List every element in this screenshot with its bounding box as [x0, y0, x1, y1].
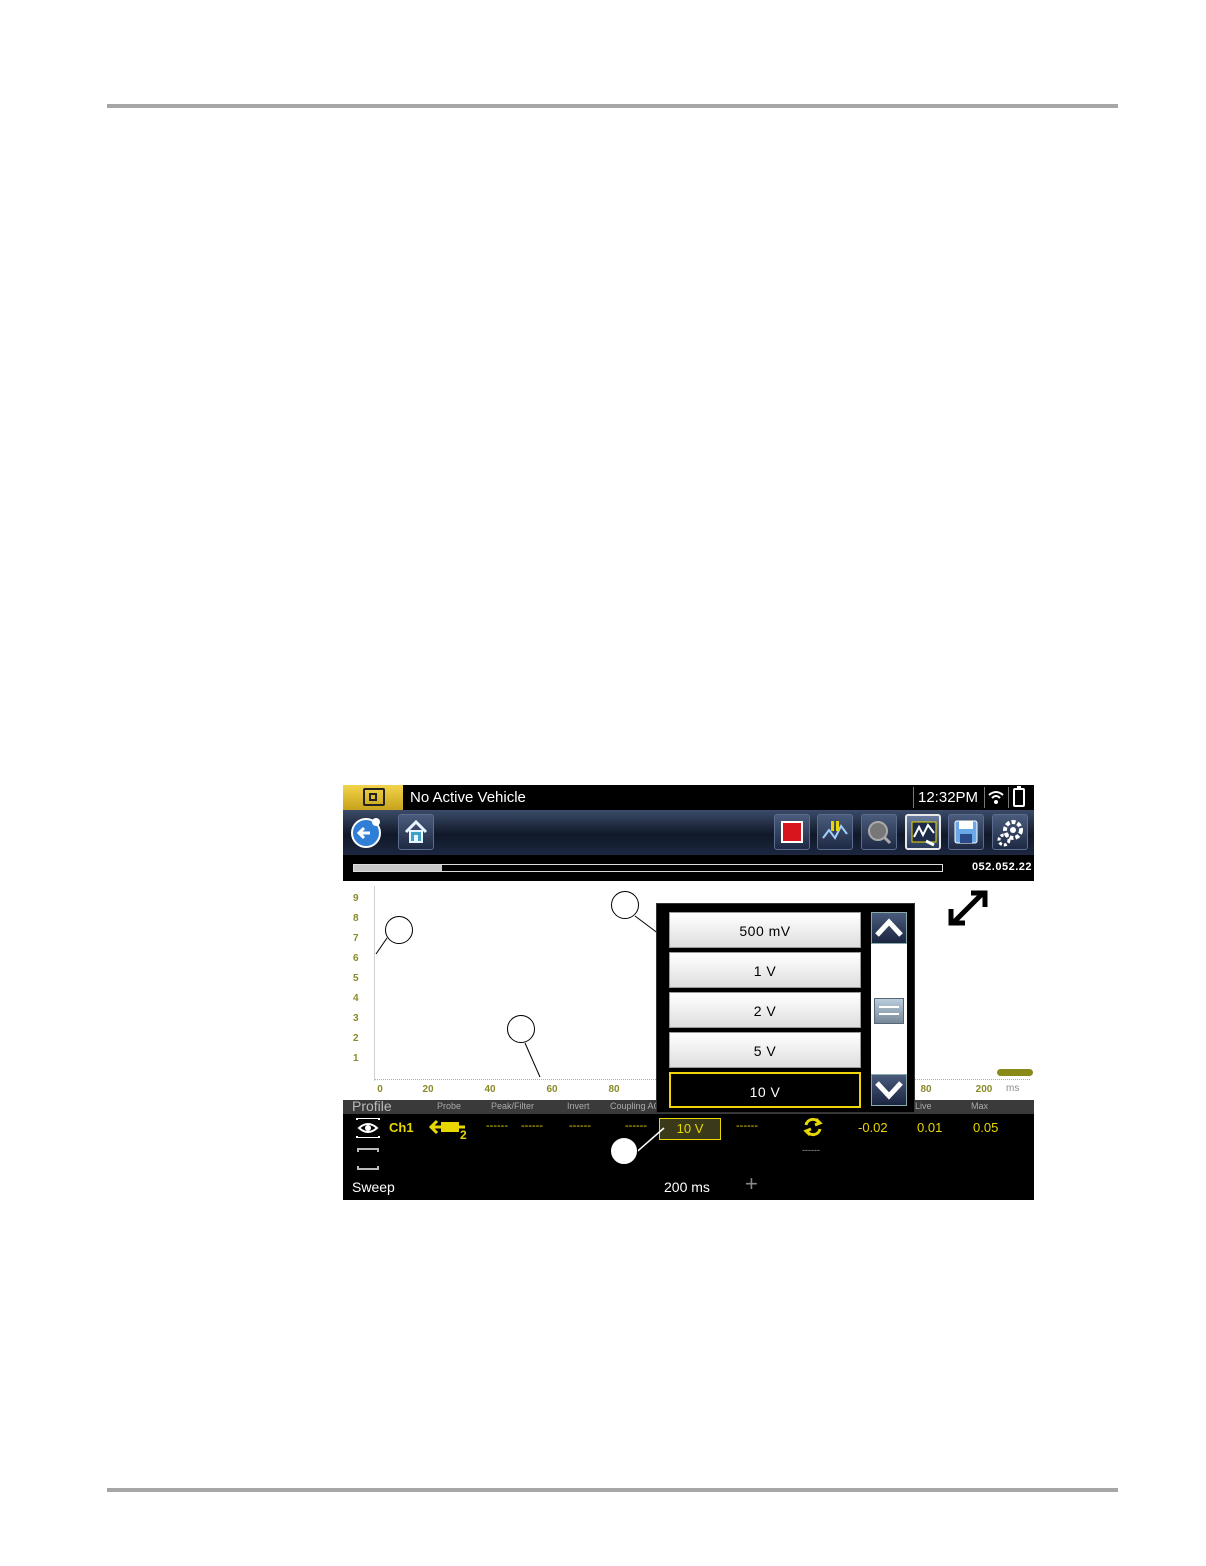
refresh-icon[interactable] — [801, 1115, 825, 1139]
status-divider — [913, 787, 914, 808]
scale-dropdown: 500 mV 1 V 2 V 5 V 10 V — [656, 903, 915, 1113]
peak-filter-value[interactable]: ------ — [486, 1120, 508, 1132]
max-reading: 0.05 — [973, 1120, 999, 1135]
buffer-progress-fill — [354, 865, 443, 871]
vehicle-id-button[interactable] — [343, 785, 403, 810]
cursor-icon — [822, 821, 848, 840]
header-peak-filter: Peak/Filter — [491, 1101, 535, 1111]
sweep-value[interactable]: 200 ms — [664, 1179, 710, 1195]
buffer-progress-bar[interactable] — [353, 864, 943, 872]
min-reading: -0.02 — [858, 1120, 888, 1135]
y-tick-label: 6 — [353, 953, 359, 964]
home-button[interactable] — [398, 814, 434, 850]
scale-option[interactable]: 1 V — [669, 952, 861, 988]
y-tick-label: 9 — [353, 893, 359, 904]
sweep-label: Sweep — [352, 1179, 395, 1195]
header-live: Live — [915, 1101, 932, 1111]
cursor-button[interactable] — [817, 814, 853, 850]
wifi-icon — [988, 791, 1004, 804]
x-tick-label: 40 — [484, 1084, 496, 1095]
sweep-increase-button[interactable]: + — [745, 1173, 758, 1195]
stop-icon — [781, 821, 803, 843]
invert-value[interactable]: ------ — [569, 1120, 591, 1132]
zoom-icon — [868, 821, 892, 845]
scroll-up-button[interactable] — [871, 912, 907, 944]
back-icon — [351, 818, 381, 848]
chevron-up-icon — [875, 918, 903, 937]
header-invert: Invert — [567, 1101, 590, 1111]
save-icon — [954, 820, 978, 844]
header-rule — [107, 104, 1118, 108]
scope-settings-icon — [911, 821, 937, 847]
scroll-thumb[interactable] — [874, 998, 904, 1024]
x-unit-label: ms — [1006, 1083, 1020, 1094]
header-max: Max — [971, 1101, 989, 1111]
scope-settings-button[interactable] — [905, 814, 941, 850]
y-tick-label: 7 — [353, 933, 359, 944]
status-divider — [1008, 787, 1009, 808]
header-profile: Profile — [352, 1098, 392, 1114]
scale-selector[interactable]: 10 V — [659, 1118, 721, 1140]
y-axis — [374, 886, 375, 1081]
scale-option[interactable]: 5 V — [669, 1032, 861, 1068]
buffer-progress-row: 052.052.22 — [343, 855, 1034, 881]
live-reading: 0.01 — [917, 1120, 943, 1135]
callout-circle — [507, 1015, 535, 1043]
offset-value[interactable]: ------ — [736, 1120, 758, 1132]
scroll-down-button[interactable] — [871, 1074, 907, 1106]
filter-value[interactable]: ------ — [521, 1120, 543, 1132]
toolbar — [343, 810, 1034, 855]
trigger-marker[interactable] — [997, 1069, 1033, 1076]
software-version: 052.052.22 — [971, 861, 1032, 873]
y-tick-label: 2 — [353, 1033, 359, 1044]
channel-control-panel: Profile Probe Peak/Filter Invert Couplin… — [343, 1098, 1034, 1200]
chevron-down-icon — [875, 1081, 903, 1100]
settings-button[interactable] — [992, 814, 1028, 850]
header-coupling: Coupling AC — [610, 1101, 661, 1111]
scale-option[interactable]: 500 mV — [669, 912, 861, 948]
callout-leader — [524, 1042, 541, 1078]
y-tick-label: 3 — [353, 1013, 359, 1024]
expand-icon[interactable] — [947, 889, 989, 927]
y-tick-label: 4 — [353, 993, 359, 1004]
x-tick-label: 60 — [546, 1084, 558, 1095]
battery-icon — [1013, 786, 1025, 807]
zoom-button[interactable] — [861, 814, 897, 850]
refresh-sublabel: ------ — [802, 1145, 820, 1155]
y-tick-label: 8 — [353, 913, 359, 924]
clock: 12:32PM — [918, 789, 979, 806]
vehicle-title: No Active Vehicle — [410, 789, 526, 806]
x-tick-label: 0 — [377, 1084, 383, 1095]
probe-index: 2 — [460, 1128, 467, 1142]
scope-screen: No Active Vehicle 12:32PM 052.052.22 9 8… — [343, 785, 1034, 1200]
x-tick-label: 20 — [422, 1084, 434, 1095]
channel-collapse-icon[interactable] — [357, 1148, 379, 1170]
callout-circle — [385, 916, 413, 944]
status-divider — [984, 787, 985, 808]
stop-button[interactable] — [774, 814, 810, 850]
y-tick-label: 5 — [353, 973, 359, 984]
header-probe: Probe — [437, 1101, 462, 1111]
status-bar: No Active Vehicle 12:32PM — [343, 785, 1034, 810]
scale-option[interactable]: 2 V — [669, 992, 861, 1028]
x-tick-label: 200 — [975, 1084, 993, 1095]
eye-icon[interactable] — [356, 1118, 380, 1138]
scale-option[interactable]: 10 V — [669, 1072, 861, 1108]
channel-label[interactable]: Ch1 — [389, 1120, 414, 1135]
home-icon — [404, 819, 428, 843]
x-tick-label: 80 — [608, 1084, 620, 1095]
callout-leader — [375, 937, 388, 955]
dropdown-scrollbar[interactable] — [871, 912, 907, 1106]
x-tick-label: 80 — [920, 1084, 932, 1095]
save-button[interactable] — [948, 814, 984, 850]
callout-circle — [610, 1137, 638, 1165]
settings-icon — [997, 820, 1023, 847]
vehicle-id-icon — [363, 788, 385, 806]
footer-rule — [107, 1488, 1118, 1492]
y-tick-label: 1 — [353, 1053, 359, 1064]
back-button[interactable] — [347, 814, 383, 850]
